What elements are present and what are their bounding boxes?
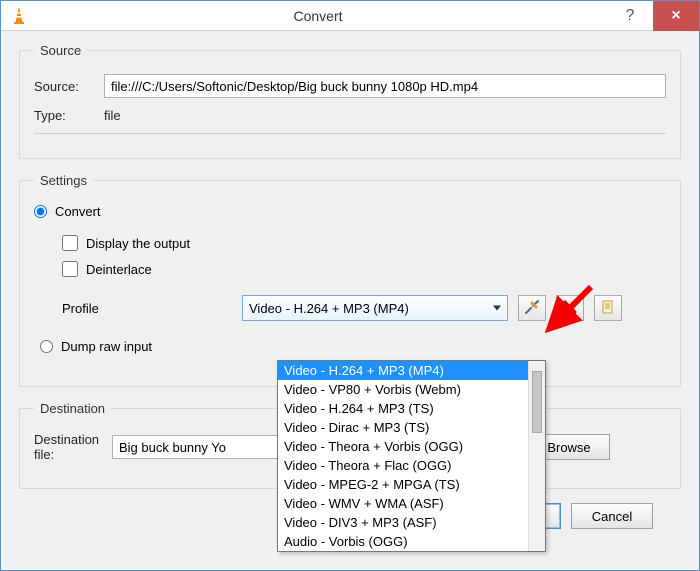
settings-group: Settings Convert Display the output Dein… — [19, 173, 681, 387]
dropdown-option[interactable]: Video - MPEG-2 + MPGA (TS) — [278, 475, 545, 494]
profile-dropdown-list[interactable]: Video - H.264 + MP3 (MP4) Video - VP80 +… — [277, 360, 546, 552]
type-label: Type: — [34, 108, 104, 123]
dropdown-option[interactable]: Video - DIV3 + MP3 (ASF) — [278, 513, 545, 532]
vlc-cone-icon — [9, 6, 29, 26]
source-label: Source: — [34, 79, 104, 94]
source-group: Source Source: Type: file — [19, 43, 681, 159]
cancel-button[interactable]: Cancel — [571, 503, 653, 529]
deinterlace-checkbox[interactable] — [62, 261, 78, 277]
convert-radio[interactable] — [34, 205, 47, 218]
window-title: Convert — [29, 8, 607, 24]
display-output-checkbox[interactable] — [62, 235, 78, 251]
dropdown-option[interactable]: Video - H.264 + MP3 (MP4) — [278, 361, 545, 380]
source-legend: Source — [34, 43, 87, 58]
dropdown-option[interactable]: Video - Theora + Flac (OGG) — [278, 456, 545, 475]
destination-file-label: Destination file: — [34, 432, 104, 462]
x-icon — [563, 300, 577, 317]
type-value: file — [104, 108, 121, 123]
dropdown-option[interactable]: Audio - Vorbis (OGG) — [278, 532, 545, 551]
source-input[interactable] — [104, 74, 666, 98]
delete-profile-button[interactable] — [556, 295, 584, 321]
profile-selected-value: Video - H.264 + MP3 (MP4) — [249, 301, 409, 316]
dump-radio[interactable] — [40, 340, 53, 353]
dropdown-option[interactable]: Video - VP80 + Vorbis (Webm) — [278, 380, 545, 399]
wrench-icon — [524, 299, 540, 318]
convert-label: Convert — [55, 204, 101, 219]
titlebar: Convert ? × — [1, 1, 699, 31]
separator — [34, 133, 666, 134]
new-profile-button[interactable] — [594, 295, 622, 321]
edit-profile-button[interactable] — [518, 295, 546, 321]
profile-dropdown[interactable]: Video - H.264 + MP3 (MP4) — [242, 295, 508, 321]
display-output-label: Display the output — [86, 236, 190, 251]
dropdown-option[interactable]: Video - WMV + WMA (ASF) — [278, 494, 545, 513]
dropdown-option[interactable]: Video - Theora + Vorbis (OGG) — [278, 437, 545, 456]
dropdown-option[interactable]: Video - Dirac + MP3 (TS) — [278, 418, 545, 437]
document-icon — [601, 300, 615, 317]
destination-legend: Destination — [34, 401, 111, 416]
settings-legend: Settings — [34, 173, 93, 188]
close-button[interactable]: × — [653, 1, 699, 31]
deinterlace-label: Deinterlace — [86, 262, 152, 277]
profile-label: Profile — [62, 301, 242, 316]
dropdown-scrollbar[interactable] — [528, 361, 545, 551]
help-button[interactable]: ? — [607, 1, 653, 31]
dump-label: Dump raw input — [61, 339, 152, 354]
dropdown-option[interactable]: Video - H.264 + MP3 (TS) — [278, 399, 545, 418]
